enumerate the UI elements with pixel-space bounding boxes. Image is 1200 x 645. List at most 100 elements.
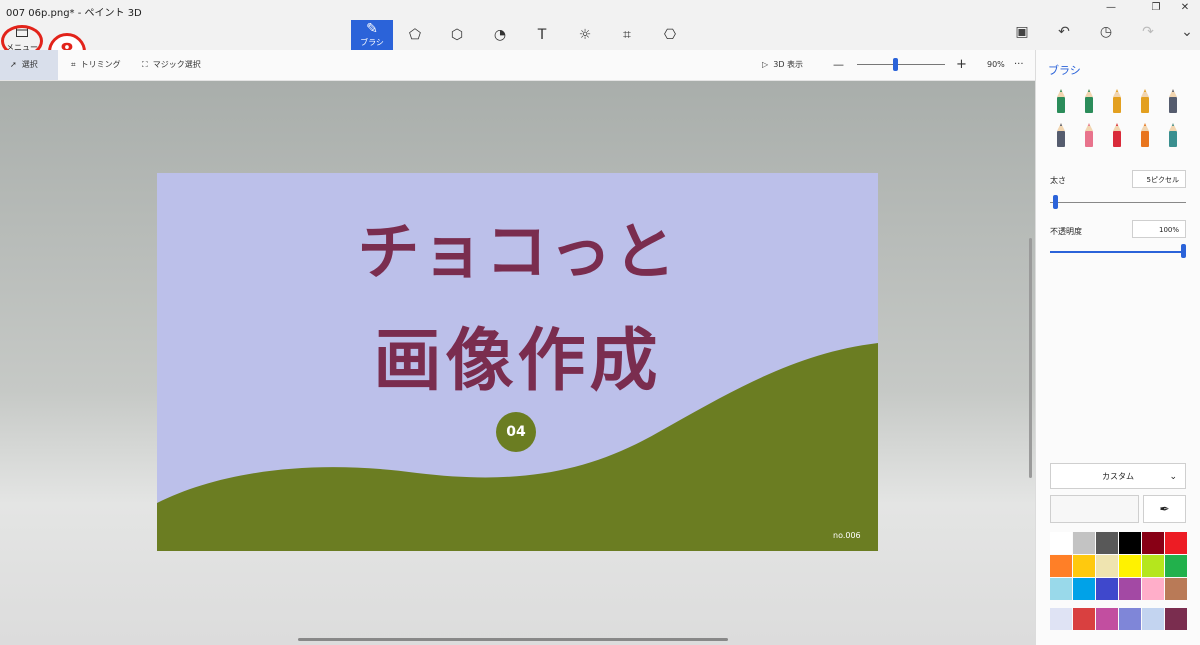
sticker-icon: ◔ xyxy=(493,27,507,43)
thickness-field[interactable]: 5ピクセル xyxy=(1132,170,1186,188)
chevron-down-icon: ⌄ xyxy=(1169,472,1177,482)
color-swatch[interactable] xyxy=(1096,578,1118,600)
opacity-slider-thumb[interactable] xyxy=(1181,244,1186,258)
trim-button[interactable]: ⌗ トリミング xyxy=(71,50,121,80)
color-swatch[interactable] xyxy=(1165,578,1187,600)
expand-icon[interactable]: ⌄ xyxy=(1172,24,1200,48)
color-swatch[interactable] xyxy=(1073,532,1095,554)
color-swatch[interactable] xyxy=(1165,532,1187,554)
zoom-slider[interactable] xyxy=(857,64,945,65)
color-swatch[interactable] xyxy=(1142,532,1164,554)
spray-can-icon[interactable] xyxy=(1136,122,1154,148)
pencil-icon[interactable] xyxy=(1052,122,1070,148)
vertical-scrollbar[interactable] xyxy=(1029,238,1032,478)
zoom-in-button[interactable]: + xyxy=(956,50,967,80)
eraser-icon[interactable] xyxy=(1080,122,1098,148)
color-swatch[interactable] xyxy=(1142,555,1164,577)
close-icon[interactable]: ✕ xyxy=(1170,2,1200,18)
zoom-out-button[interactable]: — xyxy=(833,50,844,80)
custom-color-swatch[interactable] xyxy=(1096,608,1118,630)
calligraphy-pen-icon[interactable] xyxy=(1080,88,1098,114)
cursor-icon: ➚ xyxy=(10,60,17,69)
thickness-slider-thumb[interactable] xyxy=(1053,195,1059,209)
view-3d-toggle[interactable]: ▷ 3D 表示 xyxy=(762,50,803,80)
image-title-line2: 画像作成 xyxy=(373,322,662,401)
view-3d-label: 3D 表示 xyxy=(773,60,804,69)
color-swatch[interactable] xyxy=(1119,555,1141,577)
select-button[interactable]: ➚ 選択 xyxy=(0,50,58,80)
effects-icon: ☼ xyxy=(578,27,592,43)
canvas[interactable]: チョコっと 画像作成 04 no.006 xyxy=(157,173,878,551)
custom-color-swatch[interactable] xyxy=(1142,608,1164,630)
tool-stickers[interactable]: ◔ xyxy=(479,20,521,50)
thickness-slider[interactable] xyxy=(1050,202,1186,203)
shapes-2d-icon: ⬠ xyxy=(408,27,422,43)
select-label: 選択 xyxy=(21,60,38,69)
custom-color-swatch[interactable] xyxy=(1119,608,1141,630)
custom-color-swatch[interactable] xyxy=(1073,608,1095,630)
crop-icon: ⌗ xyxy=(71,60,76,69)
trim-label: トリミング xyxy=(80,60,121,69)
color-mode-value: カスタム xyxy=(1102,472,1134,481)
tool-3d-library[interactable]: ⎔ xyxy=(649,20,691,50)
color-swatch[interactable] xyxy=(1050,578,1072,600)
color-swatch[interactable] xyxy=(1050,555,1072,577)
minimize-icon[interactable]: — xyxy=(1096,2,1126,18)
image-code: no.006 xyxy=(833,531,861,540)
zoom-level[interactable]: 90% xyxy=(987,50,1005,80)
custom-color-swatch[interactable] xyxy=(1165,608,1187,630)
color-swatch[interactable] xyxy=(1142,578,1164,600)
tool-text[interactable]: T xyxy=(521,20,563,50)
library-icon: ⎔ xyxy=(663,27,677,43)
tool-canvas[interactable]: ⌗ xyxy=(606,20,648,50)
window-title: 007 06p.png* - ペイント 3D xyxy=(6,8,142,19)
tool-3d-shapes[interactable]: ⬡ xyxy=(436,20,478,50)
eyedropper-icon: ✒ xyxy=(1159,502,1170,516)
magic-select-label: マジック選択 xyxy=(152,60,201,69)
more-options-button[interactable]: ··· xyxy=(1014,50,1024,80)
eyedropper-button[interactable]: ✒ xyxy=(1143,495,1186,523)
tool-brush[interactable]: ✎ ブラシ xyxy=(351,20,393,50)
redo-icon[interactable]: ↷ xyxy=(1133,24,1163,48)
color-swatch[interactable] xyxy=(1096,555,1118,577)
paste-icon[interactable]: ▣ xyxy=(1007,24,1037,48)
tool-brush-label: ブラシ xyxy=(360,38,384,47)
color-mode-select[interactable]: カスタム ⌄ xyxy=(1050,463,1186,489)
magic-select-button[interactable]: ⛶ マジック選択 xyxy=(142,50,201,80)
color-swatch[interactable] xyxy=(1165,555,1187,577)
text-icon: T xyxy=(537,27,547,43)
crayon-icon[interactable] xyxy=(1108,122,1126,148)
color-swatch[interactable] xyxy=(1119,578,1141,600)
color-swatch[interactable] xyxy=(1050,532,1072,554)
watercolor-icon[interactable] xyxy=(1136,88,1154,114)
pixel-pen-icon[interactable] xyxy=(1164,88,1182,114)
cube-icon: ⬡ xyxy=(450,27,464,43)
horizontal-scrollbar[interactable] xyxy=(298,638,728,641)
opacity-field[interactable]: 100% xyxy=(1132,220,1186,238)
color-swatch[interactable] xyxy=(1119,532,1141,554)
color-swatch[interactable] xyxy=(1096,532,1118,554)
crop-canvas-icon: ⌗ xyxy=(623,27,631,43)
oil-brush-icon[interactable] xyxy=(1108,88,1126,114)
marker-icon[interactable] xyxy=(1052,88,1070,114)
history-icon[interactable]: ◷ xyxy=(1091,24,1121,48)
thickness-label: 太さ xyxy=(1050,176,1066,185)
brush-icon: ✎ xyxy=(366,21,378,37)
fill-bucket-icon[interactable] xyxy=(1164,122,1182,148)
custom-color-swatch[interactable] xyxy=(1050,608,1072,630)
view-3d-icon: ▷ xyxy=(762,60,769,69)
zoom-slider-thumb[interactable] xyxy=(893,58,898,71)
panel-title: ブラシ xyxy=(1048,64,1081,77)
undo-icon[interactable]: ↶ xyxy=(1049,24,1079,48)
tool-2d-shapes[interactable]: ⬠ xyxy=(394,20,436,50)
restore-icon[interactable]: ❐ xyxy=(1141,2,1171,18)
color-swatch[interactable] xyxy=(1073,578,1095,600)
magic-select-icon: ⛶ xyxy=(142,60,148,69)
current-color-preview[interactable] xyxy=(1050,495,1139,523)
image-number-badge: 04 xyxy=(496,412,536,452)
opacity-slider[interactable] xyxy=(1050,251,1186,253)
opacity-label: 不透明度 xyxy=(1050,227,1082,236)
tool-effects[interactable]: ☼ xyxy=(564,20,606,50)
image-title-line1: チョコっと xyxy=(357,215,678,288)
color-swatch[interactable] xyxy=(1073,555,1095,577)
